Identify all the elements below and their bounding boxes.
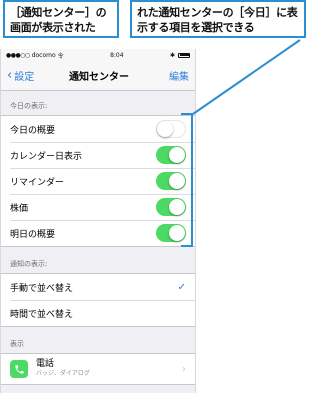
phone-screen: ●●●○○ docomo 令 8:04 ✱ ‹ 設定 通知センター 編集 今日の…: [0, 49, 196, 393]
navigation-bar: ‹ 設定 通知センター 編集: [1, 61, 195, 91]
notification-section-header: 通知の表示:: [10, 260, 48, 268]
highlight-bracket: [181, 113, 193, 247]
wifi-icon: 令: [57, 52, 64, 60]
back-button[interactable]: ‹ 設定: [7, 67, 35, 84]
callout-left: ［通知センター］の画面が表示された: [3, 0, 119, 38]
today-item-label: カレンダー日表示: [10, 151, 83, 162]
today-item-tomorrow: 明日の概要: [1, 220, 195, 246]
app-row-phone[interactable]: 電話 バッジ、ダイアログ ›: [1, 354, 195, 384]
app-name: 電話: [36, 359, 55, 369]
sort-option-label: 手動で並べ替え: [10, 283, 74, 294]
signal-icon: ●●●○○: [6, 51, 30, 59]
battery-icon: [178, 52, 190, 58]
bluetooth-icon: ✱: [169, 51, 175, 59]
app-subtitle: バッジ、ダイアログ: [36, 370, 90, 377]
status-bar: ●●●○○ docomo 令 8:04 ✱: [1, 49, 195, 61]
status-time: 8:04: [110, 51, 124, 59]
checkmark-icon: ✓: [177, 281, 186, 293]
today-item-reminders: リマインダー: [1, 168, 195, 194]
sort-by-time-option[interactable]: 時間で並べ替え: [1, 300, 195, 326]
today-item-label: リマインダー: [10, 177, 65, 188]
today-items-group: 今日の概要 カレンダー日表示 リマインダー 株価 明日の概要: [1, 115, 195, 247]
callout-right: れた通知センターの［今日］に表示する項目を選択できる: [130, 0, 306, 38]
phone-icon: [10, 360, 28, 378]
carrier-label: docomo: [31, 51, 56, 59]
apps-group: 電話 バッジ、ダイアログ ›: [1, 353, 195, 385]
today-item-stocks: 株価: [1, 194, 195, 220]
chevron-right-icon: ›: [182, 363, 186, 375]
edit-button[interactable]: 編集: [169, 68, 189, 83]
today-item-summary: 今日の概要: [1, 116, 195, 142]
today-item-label: 今日の概要: [10, 125, 56, 136]
chevron-left-icon: ‹: [7, 67, 13, 83]
sort-option-label: 時間で並べ替え: [10, 309, 74, 320]
today-section-header: 今日の表示:: [10, 102, 48, 110]
today-item-calendar: カレンダー日表示: [1, 142, 195, 168]
today-item-label: 明日の概要: [10, 229, 56, 240]
back-button-label: 設定: [14, 72, 35, 83]
today-item-label: 株価: [10, 203, 29, 214]
sort-manual-option[interactable]: 手動で並べ替え ✓: [1, 274, 195, 300]
sort-options-group: 手動で並べ替え ✓ 時間で並べ替え: [1, 273, 195, 327]
display-section-header: 表示: [10, 340, 24, 348]
